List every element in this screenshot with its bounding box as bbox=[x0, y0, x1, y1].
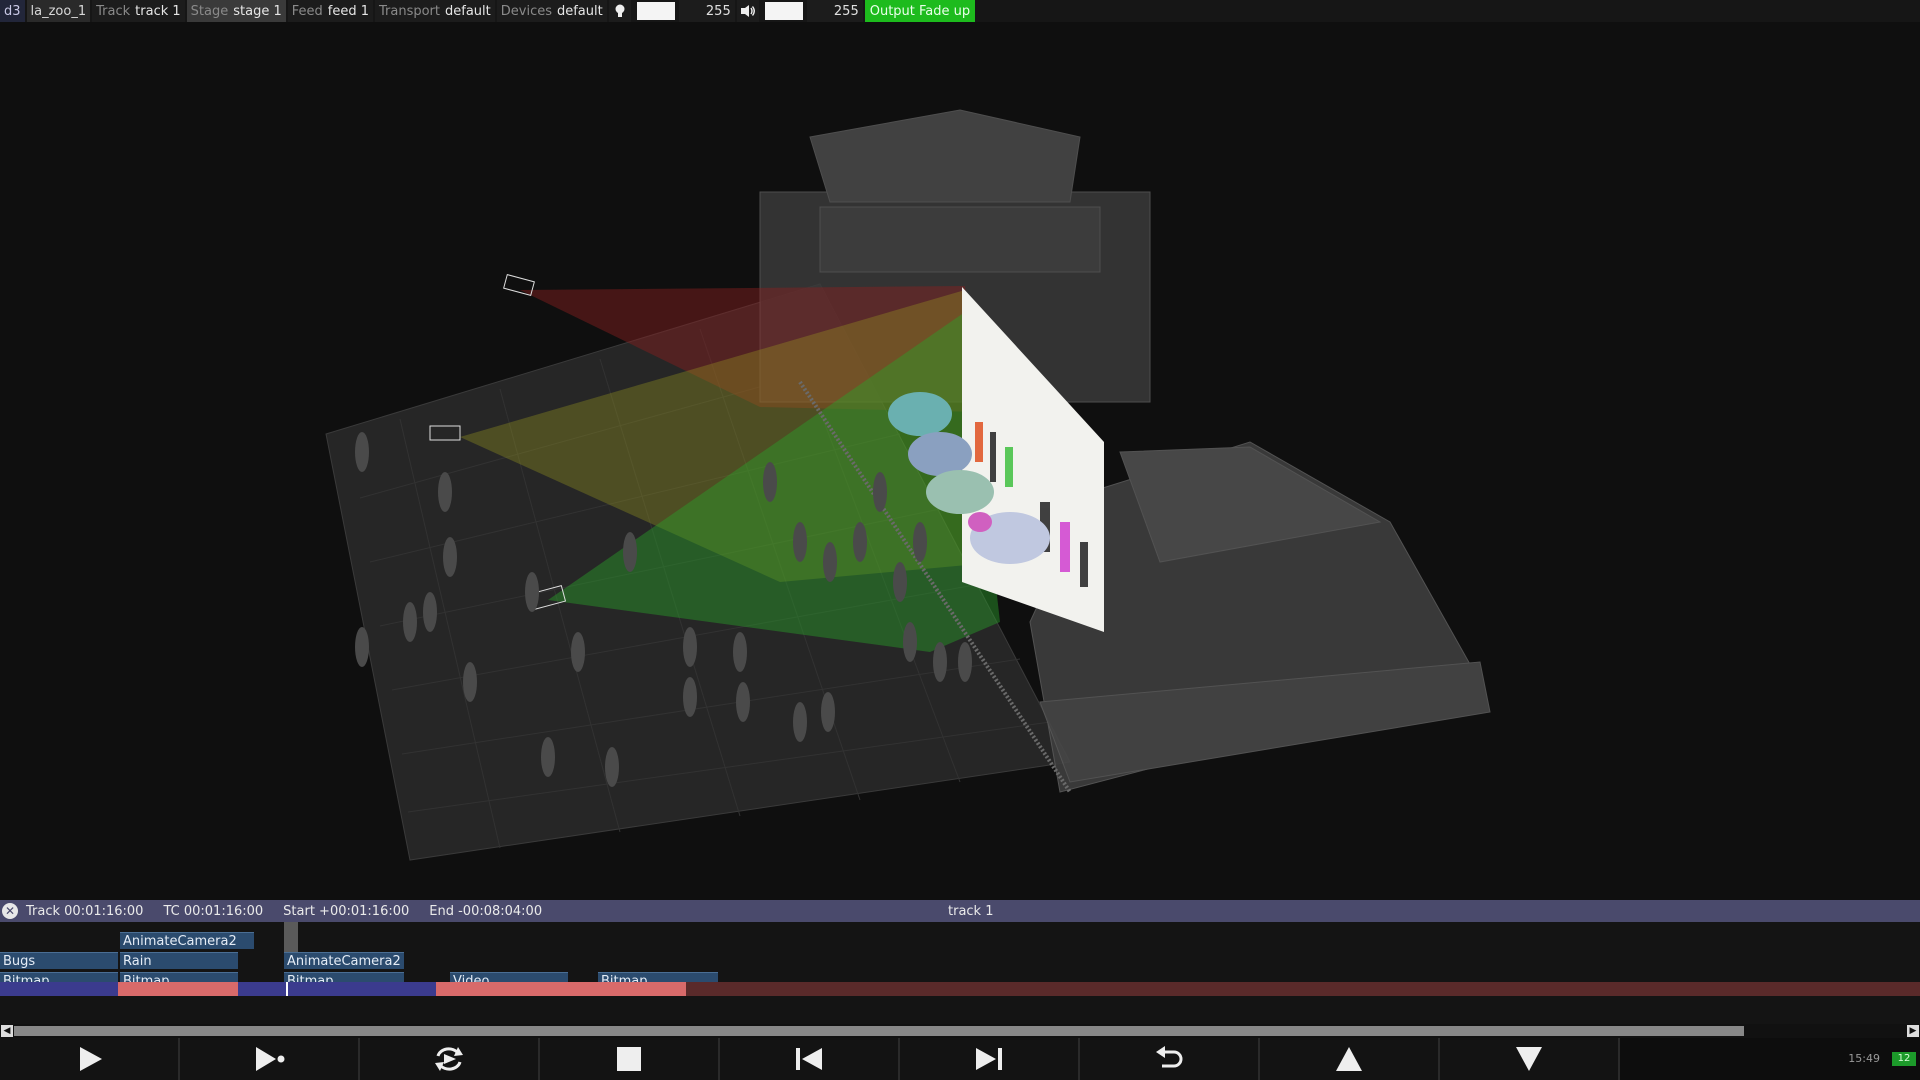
loop-icon bbox=[435, 1047, 463, 1071]
stage-3d-scene bbox=[325, 109, 1491, 861]
next-section-icon bbox=[976, 1048, 1002, 1070]
keyframes-section-5 bbox=[686, 982, 1920, 996]
brightness-slider[interactable] bbox=[636, 2, 675, 20]
return-icon bbox=[1156, 1046, 1183, 1068]
up-icon bbox=[1336, 1047, 1362, 1071]
stage-value: stage 1 bbox=[233, 3, 282, 19]
track-time: Track 00:01:16:00 bbox=[26, 903, 144, 919]
feed-value: feed 1 bbox=[327, 3, 369, 19]
scroll-left-icon[interactable]: ◀ bbox=[1, 1025, 13, 1037]
scroll-right-icon[interactable]: ▶ bbox=[1907, 1025, 1919, 1037]
track-key: Track bbox=[96, 3, 131, 19]
project-label: la_zoo_1 bbox=[30, 3, 87, 19]
down-icon bbox=[1516, 1047, 1542, 1071]
keyframes-section-2 bbox=[118, 982, 238, 996]
playhead-marker[interactable] bbox=[284, 922, 298, 952]
loop-button[interactable] bbox=[360, 1038, 540, 1080]
project-name[interactable]: la_zoo_1 bbox=[26, 0, 91, 22]
keyframes-section-4 bbox=[436, 982, 686, 996]
transport-value: default bbox=[445, 3, 491, 19]
devices-value: default bbox=[556, 3, 603, 19]
keyframes-section-3 bbox=[238, 982, 436, 996]
transport-key: Transport bbox=[378, 3, 440, 19]
start-time: Start +00:01:16:00 bbox=[283, 903, 410, 919]
play-icon bbox=[80, 1047, 102, 1071]
app-menu[interactable]: d3 bbox=[0, 0, 25, 22]
end-time: End -00:08:04:00 bbox=[429, 903, 543, 919]
down-button[interactable] bbox=[1440, 1038, 1620, 1080]
devices-key: Devices bbox=[500, 3, 552, 19]
layer-rain[interactable]: Rain bbox=[120, 952, 238, 969]
play-to-end-button[interactable] bbox=[180, 1038, 360, 1080]
keyframe-strip[interactable] bbox=[0, 982, 1920, 996]
stage-viewport[interactable] bbox=[0, 22, 1920, 900]
timeline-scrollbar[interactable]: ◀ ▶ bbox=[0, 1024, 1920, 1038]
playhead[interactable] bbox=[286, 982, 288, 996]
stop-button[interactable] bbox=[540, 1038, 720, 1080]
timecode: TC 00:01:16:00 bbox=[163, 903, 264, 919]
close-icon[interactable]: ✕ bbox=[2, 903, 18, 919]
app-label: d3 bbox=[4, 3, 21, 19]
fps-indicator: 12 bbox=[1892, 1052, 1916, 1066]
play-button[interactable] bbox=[0, 1038, 180, 1080]
layer-animatecamera2-b[interactable]: AnimateCamera2 bbox=[284, 952, 404, 969]
previous-section-button[interactable] bbox=[720, 1038, 900, 1080]
feed-key: Feed bbox=[291, 3, 323, 19]
lightbulb-icon bbox=[608, 0, 631, 22]
output-fade-button[interactable]: Output Fade up bbox=[864, 0, 976, 22]
keyframes-section-1 bbox=[0, 982, 118, 996]
timeline-track-name: track 1 bbox=[948, 903, 994, 919]
up-button[interactable] bbox=[1260, 1038, 1440, 1080]
timeline-body[interactable]: AnimateCamera2 Bugs Rain AnimateCamera2 … bbox=[0, 922, 1920, 1024]
transport-bar bbox=[0, 1038, 1920, 1080]
speaker-icon bbox=[736, 0, 759, 22]
layer-animatecamera2-a[interactable]: AnimateCamera2 bbox=[120, 932, 254, 949]
stage-selector[interactable]: Stage stage 1 bbox=[186, 0, 286, 22]
transport-selector[interactable]: Transport default bbox=[374, 0, 495, 22]
stop-icon bbox=[617, 1047, 641, 1071]
layer-bugs[interactable]: Bugs bbox=[0, 952, 118, 969]
return-button[interactable] bbox=[1080, 1038, 1260, 1080]
devices-selector[interactable]: Devices default bbox=[496, 0, 607, 22]
next-section-button[interactable] bbox=[900, 1038, 1080, 1080]
track-selector[interactable]: Track track 1 bbox=[92, 0, 185, 22]
clock: 15:49 bbox=[1848, 1052, 1880, 1065]
brightness-value[interactable]: 255 bbox=[678, 0, 735, 22]
play-to-end-icon bbox=[256, 1047, 285, 1071]
volume-slider[interactable] bbox=[764, 2, 803, 20]
scrollbar-thumb[interactable] bbox=[14, 1026, 1744, 1036]
timeline-header: ✕ Track 00:01:16:00 TC 00:01:16:00 Start… bbox=[0, 900, 1920, 922]
volume-value[interactable]: 255 bbox=[806, 0, 863, 22]
previous-section-icon bbox=[796, 1048, 822, 1070]
track-value: track 1 bbox=[135, 3, 181, 19]
stage-key: Stage bbox=[190, 3, 229, 19]
feed-selector[interactable]: Feed feed 1 bbox=[287, 0, 373, 22]
top-bar: d3 la_zoo_1 Track track 1 Stage stage 1 Fe… bbox=[0, 0, 1920, 22]
